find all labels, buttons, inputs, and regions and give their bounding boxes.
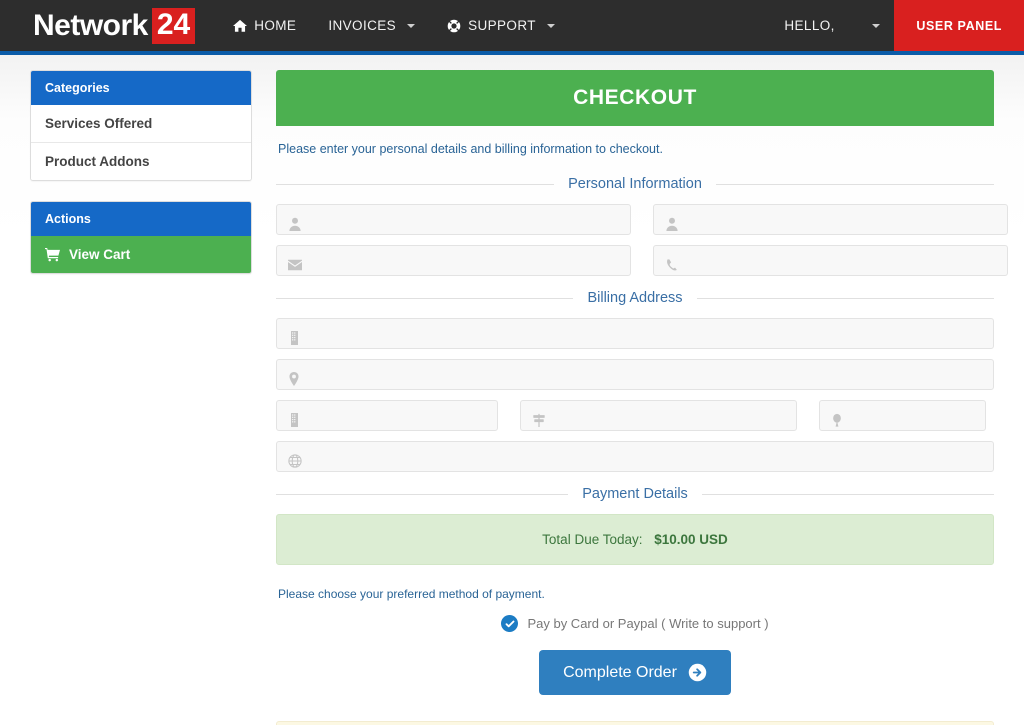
nav-item-invoices-label: INVOICES (328, 18, 397, 33)
nav-item-invoices[interactable]: INVOICES (312, 0, 431, 51)
payment-method-prompt: Please choose your preferred method of p… (278, 587, 545, 601)
billing-address-legend-label: Billing Address (587, 290, 683, 306)
nav-item-home[interactable]: HOME (217, 0, 312, 51)
nav-item-home-label: HOME (254, 18, 297, 33)
nav-items: HOME INVOICES SUPPORT (217, 0, 571, 51)
nav-item-support[interactable]: SUPPORT (431, 0, 571, 51)
billing-row-3 (276, 400, 994, 431)
lifering-icon (447, 19, 461, 33)
sidebar-item-services-offered[interactable]: Services Offered (31, 105, 251, 142)
security-notice: This order form is provided in a secure … (276, 721, 994, 725)
checkout-content: CHECKOUT Please enter your personal deta… (276, 70, 1008, 725)
billing-row-2 (276, 359, 994, 390)
payment-method-label: Pay by Card or Paypal ( Write to support… (527, 616, 769, 631)
nav-item-support-label: SUPPORT (468, 18, 536, 33)
checkout-intro-text: Please enter your personal details and b… (278, 142, 663, 156)
country-input[interactable] (277, 442, 993, 471)
billing-row-1 (276, 318, 994, 349)
view-cart-label: View Cart (69, 247, 131, 262)
state-field[interactable] (520, 400, 797, 431)
phone-field[interactable] (653, 245, 1008, 276)
total-due-label: Total Due Today: (542, 532, 643, 547)
actions-panel: Actions View Cart (30, 201, 252, 274)
shopping-cart-icon (45, 247, 60, 262)
sidebar-item-product-addons[interactable]: Product Addons (31, 142, 251, 180)
user-greeting-dropdown[interactable]: HELLO, (766, 0, 894, 51)
payment-details-legend: Payment Details (276, 486, 995, 502)
country-field[interactable] (276, 441, 994, 472)
legend-rule-left (276, 183, 555, 185)
state-input[interactable] (521, 401, 796, 430)
brand-name: Network (33, 8, 148, 42)
page-body: Categories Services Offered Product Addo… (0, 55, 1024, 725)
arrow-circle-right-icon (688, 663, 707, 682)
legend-rule-right (696, 297, 995, 299)
submit-row: Complete Order (276, 650, 994, 695)
legend-rule-right (715, 183, 995, 185)
legend-rule-right (701, 493, 995, 495)
categories-list: Services Offered Product Addons (31, 105, 251, 180)
street-address-field[interactable] (276, 359, 994, 390)
personal-information-legend: Personal Information (276, 176, 995, 192)
billing-address-legend: Billing Address (276, 290, 995, 306)
user-greeting-label: HELLO, (784, 18, 835, 33)
nav-right-group: HELLO, USER PANEL (766, 0, 1024, 51)
total-due-box: Total Due Today: $10.00 USD (276, 514, 994, 565)
top-navbar: Network 24 HOME INVOICES SUPPORT HELLO, … (0, 0, 1024, 51)
complete-order-button[interactable]: Complete Order (539, 650, 731, 695)
brand-logo[interactable]: Network 24 (0, 0, 205, 51)
home-icon (233, 19, 248, 33)
chevron-down-icon (872, 23, 881, 28)
categories-panel-title: Categories (31, 71, 251, 105)
categories-panel: Categories Services Offered Product Addo… (30, 70, 252, 181)
email-input[interactable] (277, 246, 630, 275)
last-name-field[interactable] (653, 204, 1008, 235)
personal-information-legend-label: Personal Information (568, 176, 702, 192)
legend-rule-left (276, 297, 574, 299)
company-name-input[interactable] (277, 319, 993, 348)
personal-row-1 (276, 204, 1008, 235)
sidebar-item-view-cart[interactable]: View Cart (31, 236, 251, 273)
first-name-input[interactable] (277, 205, 630, 234)
user-panel-button[interactable]: USER PANEL (894, 0, 1024, 51)
phone-input[interactable] (654, 246, 1007, 275)
city-field[interactable] (276, 400, 498, 431)
sidebar: Categories Services Offered Product Addo… (30, 70, 252, 725)
email-field[interactable] (276, 245, 631, 276)
legend-rule-left (276, 493, 569, 495)
complete-order-label: Complete Order (563, 663, 677, 681)
total-due-amount: $10.00 USD (654, 532, 728, 547)
postcode-input[interactable] (820, 401, 985, 430)
payment-details-legend-label: Payment Details (582, 486, 688, 502)
personal-row-2 (276, 245, 1008, 276)
payment-method-option[interactable]: Pay by Card or Paypal ( Write to support… (276, 615, 994, 632)
chevron-down-icon (546, 23, 555, 28)
brand-badge: 24 (151, 7, 196, 44)
street-address-input[interactable] (277, 360, 993, 389)
check-circle-icon[interactable] (501, 615, 519, 632)
actions-panel-title: Actions (31, 202, 251, 236)
company-name-field[interactable] (276, 318, 994, 349)
last-name-input[interactable] (654, 205, 1007, 234)
chevron-down-icon (407, 23, 416, 28)
billing-row-4 (276, 441, 994, 472)
postcode-field[interactable] (819, 400, 986, 431)
checkout-banner: CHECKOUT (276, 70, 994, 126)
city-input[interactable] (277, 401, 497, 430)
first-name-field[interactable] (276, 204, 631, 235)
